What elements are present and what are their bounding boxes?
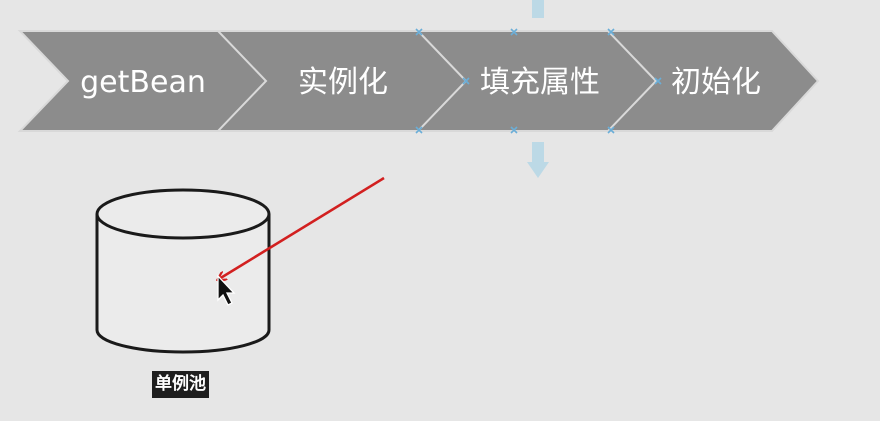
singleton-pool-label: 单例池 (152, 371, 209, 398)
chevron-step-getbean[interactable]: getBean (17, 30, 270, 132)
connector-guide-top (532, 0, 544, 18)
connector-arrow-down (527, 142, 549, 178)
process-diagram: getBean 实例化 填充属性 初始化 (17, 0, 820, 354)
step-label: getBean (80, 65, 206, 100)
step-label: 初始化 (671, 65, 761, 100)
step-label: 实例化 (298, 65, 388, 100)
singleton-pool-cylinder-icon (95, 188, 271, 354)
step-label: 填充属性 (480, 65, 600, 100)
